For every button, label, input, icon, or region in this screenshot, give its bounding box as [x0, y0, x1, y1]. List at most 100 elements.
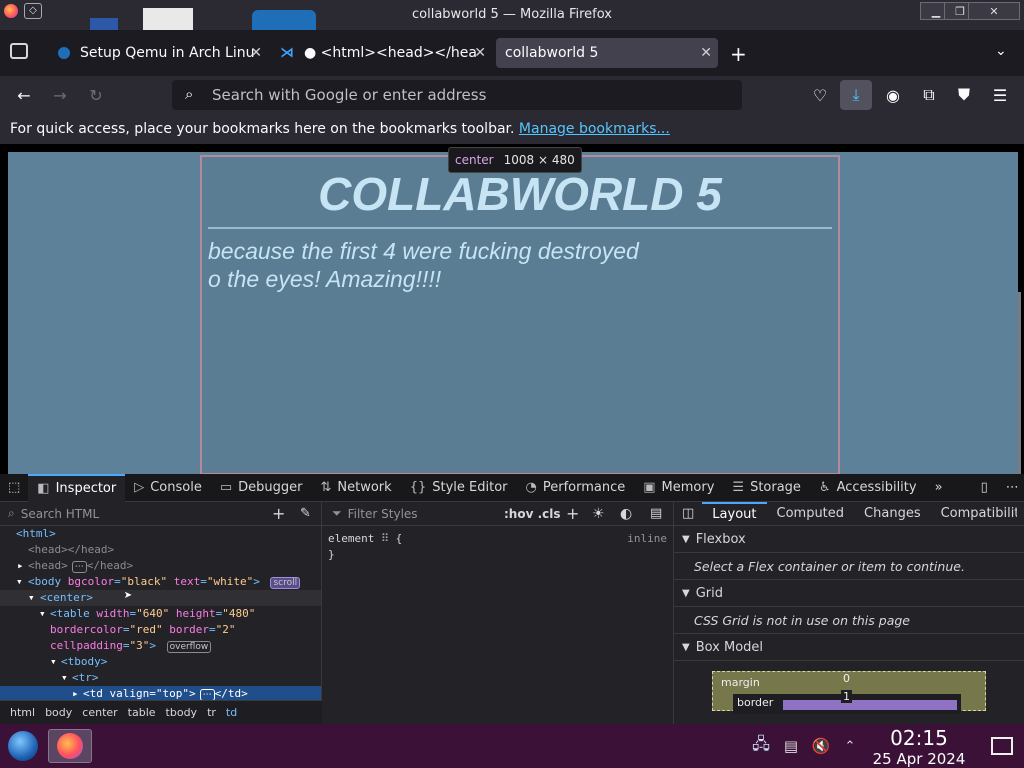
tray-expand-icon[interactable]: ⌃ [842, 731, 858, 761]
devtools-options-button[interactable]: ⋯ [997, 474, 1024, 502]
content-scrollbar[interactable] [1018, 292, 1021, 492]
firefox-view-button[interactable] [10, 43, 28, 59]
tab-compatibility[interactable]: Compatibility [931, 502, 1017, 526]
show-desktop-button[interactable] [990, 731, 1014, 761]
tab-inspector[interactable]: ◧ Inspector [28, 473, 126, 502]
tab-computed[interactable]: Computed [767, 502, 855, 526]
tab-label: Setup Qemu in Arch Linu [80, 45, 255, 61]
add-node-button[interactable]: + [272, 504, 285, 523]
filter-icon: ⏷ [332, 506, 342, 520]
attr-name: text [173, 575, 201, 588]
margin-value[interactable]: 0 [843, 672, 850, 685]
scroll-badge[interactable]: scroll [270, 577, 301, 589]
tab-label: Console [150, 480, 202, 495]
box-model-border[interactable]: border 1 [733, 690, 961, 714]
close-tab-icon[interactable]: ✕ [474, 45, 486, 61]
tab-html-editor[interactable]: ⋊ ● <html><head></hea ✕ [272, 38, 492, 68]
box-model-margin[interactable]: margin 0 border 1 [712, 671, 986, 714]
breadcrumb-item[interactable]: html [10, 706, 35, 719]
tab-console[interactable]: ▷ Console [125, 474, 211, 502]
tab-changes[interactable]: Changes [854, 502, 931, 526]
node-table-attrs[interactable]: bordercolor="red" border="2" [0, 622, 321, 638]
node-center[interactable]: ▾ <center> ➤ [0, 588, 321, 606]
close-window-button[interactable]: ✕ [968, 2, 1020, 20]
tab-network[interactable]: ⇅ Network [312, 474, 401, 502]
collapse-arrow-icon[interactable]: ▾ [50, 654, 57, 670]
url-bar[interactable]: ⌕ Search with Google or enter address [172, 80, 742, 110]
add-rule-button[interactable]: + [566, 504, 579, 523]
border-value[interactable]: 1 [841, 690, 852, 703]
collapse-arrow-icon[interactable]: ▾ [61, 670, 68, 686]
tab-accessibility[interactable]: ♿ Accessibility [810, 474, 926, 502]
start-menu-button[interactable] [6, 731, 40, 761]
node-tr[interactable]: ▾ <tr> [0, 670, 321, 686]
tab-debugger[interactable]: ▭ Debugger [211, 474, 312, 502]
tab-collabworld[interactable]: collabworld 5 ✕ [496, 38, 718, 68]
volume-muted-icon[interactable]: 🔇 [812, 731, 831, 761]
collapse-arrow-icon[interactable]: ▾ [39, 606, 46, 622]
new-tab-button[interactable]: + [730, 42, 747, 66]
sidebar-toggle-icon[interactable]: ◫ [674, 502, 702, 526]
tab-memory[interactable]: ▣ Memory [634, 474, 723, 502]
filter-styles-input[interactable]: Filter Styles [348, 507, 418, 521]
pocket-button[interactable]: ♡ [808, 83, 832, 107]
node-body[interactable]: ▾ <body bgcolor="black" text="white"> sc… [0, 574, 321, 590]
downloads-button[interactable]: ⤓ [840, 80, 872, 110]
collapse-arrow-icon[interactable]: ▾ [16, 574, 23, 590]
extensions-button[interactable]: ⧉ [917, 83, 941, 107]
manage-bookmarks-link[interactable]: Manage bookmarks... [519, 121, 670, 137]
dark-mode-icon[interactable]: ◐ [620, 506, 632, 522]
light-mode-icon[interactable]: ☀ [592, 506, 605, 522]
tab-style-editor[interactable]: {} Style Editor [401, 474, 517, 502]
minimize-icon: ▁ [931, 4, 941, 18]
node-head[interactable]: ▸ <head> ⋯ </head> [0, 558, 321, 574]
node-head-empty[interactable]: <head></head> [0, 542, 321, 558]
inspector-icon: ◧ [37, 481, 50, 496]
account-button[interactable]: ◉ [881, 83, 905, 107]
close-tab-icon[interactable]: ✕ [700, 45, 712, 61]
tab-storage[interactable]: ☰ Storage [723, 474, 810, 502]
layout-sidebar: ◫ Layout Computed Changes Compatibility … [674, 501, 1024, 724]
node-table-attrs[interactable]: cellpadding="3"> overflow [0, 638, 321, 654]
breadcrumb-item[interactable]: body [45, 706, 72, 719]
ellipsis-badge[interactable]: ⋯ [71, 561, 87, 573]
responsive-design-button[interactable]: ▯ [972, 474, 997, 502]
node-tbody[interactable]: ▾ <tbody> [0, 654, 321, 670]
reload-button[interactable]: ↻ [84, 83, 108, 107]
breadcrumb-item[interactable]: table [128, 706, 156, 719]
flexbox-section-header[interactable]: ▼ Flexbox [674, 526, 1024, 553]
subtitle-line-1: because the first 4 were fucking destroy… [208, 238, 639, 264]
firefox-icon [57, 733, 83, 759]
breadcrumb-item-selected[interactable]: td [226, 706, 237, 719]
forward-button[interactable]: → [48, 83, 72, 107]
collapse-arrow-icon[interactable]: ▾ [28, 590, 35, 606]
menu-button[interactable]: ☰ [988, 83, 1012, 107]
box-model-section-header[interactable]: ▼ Box Model [674, 634, 1024, 661]
eyedropper-icon[interactable]: ✎ [300, 506, 311, 521]
attr-name: bordercolor [50, 623, 123, 636]
clock[interactable]: 02:15 25 Apr 2024 [866, 726, 972, 768]
node-table[interactable]: ▾ <table width="640" height="480" [0, 606, 321, 622]
expand-arrow-icon[interactable]: ▸ [17, 558, 24, 574]
taskbar-firefox[interactable] [48, 729, 92, 763]
tab-setup-qemu[interactable]: Setup Qemu in Arch Linu ✕ [50, 38, 268, 68]
clipboard-tray-icon[interactable]: ▤ [782, 731, 800, 761]
node-html[interactable]: <html> [0, 526, 321, 542]
clock-date: 25 Apr 2024 [872, 750, 966, 768]
hov-cls-toggle[interactable]: :hov .cls [504, 507, 561, 521]
ublock-button[interactable]: ⛊ [952, 83, 976, 107]
pick-element-button[interactable]: ⬚ [0, 474, 28, 502]
close-tab-icon[interactable]: ✕ [250, 45, 262, 61]
breadcrumb-item[interactable]: tr [207, 706, 216, 719]
network-tray-icon[interactable]: 🖧 [752, 731, 770, 761]
breadcrumb-item[interactable]: center [82, 706, 117, 719]
breadcrumb-item[interactable]: tbody [166, 706, 198, 719]
tab-performance[interactable]: ◔ Performance [517, 474, 635, 502]
overflow-badge[interactable]: overflow [166, 641, 212, 653]
list-all-tabs-button[interactable]: ⌄ [995, 43, 1007, 59]
back-button[interactable]: ← [12, 83, 36, 107]
more-tools-button[interactable]: » [926, 474, 952, 502]
grid-section-header[interactable]: ▼ Grid [674, 580, 1024, 607]
tab-layout[interactable]: Layout [702, 501, 767, 526]
print-media-icon[interactable]: ▤ [650, 506, 662, 521]
